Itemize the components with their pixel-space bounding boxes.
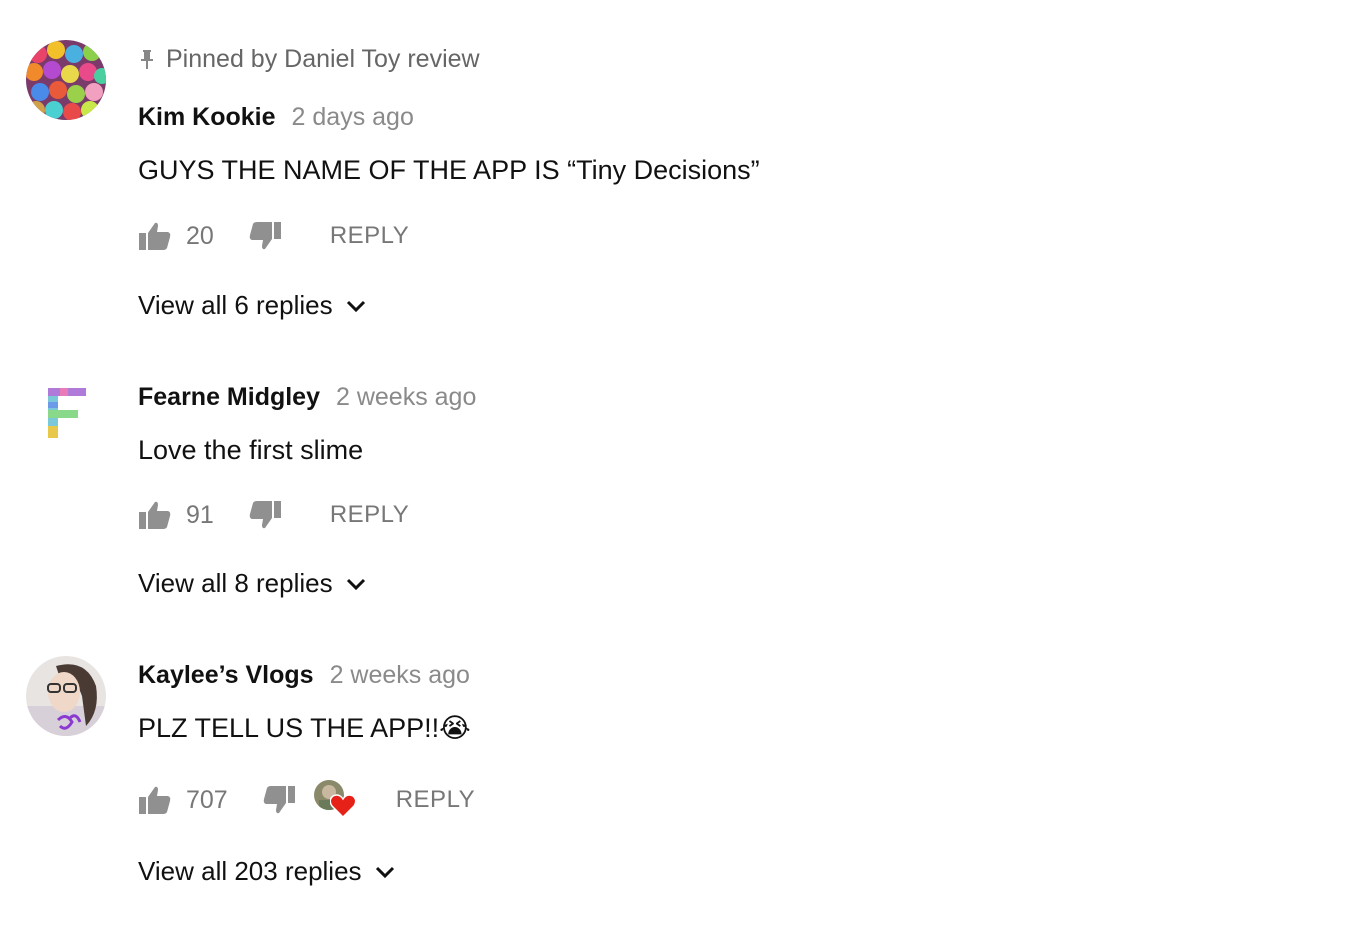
chevron-down-icon <box>346 578 365 590</box>
pin-icon <box>141 49 153 69</box>
reply-button[interactable]: REPLY <box>330 222 409 250</box>
reply-button[interactable]: REPLY <box>330 501 409 529</box>
view-replies-button[interactable]: View all 203 replies <box>138 856 396 887</box>
thumbs-up-icon[interactable] <box>138 498 172 532</box>
comment-time[interactable]: 2 weeks ago <box>330 661 470 690</box>
comment-time[interactable]: 2 weeks ago <box>336 383 476 412</box>
comment-actions: 91 REPLY <box>138 498 409 532</box>
colorful-candy-icon <box>26 40 106 120</box>
avatar[interactable] <box>26 372 106 452</box>
comment-actions: 20 REPLY <box>138 219 409 253</box>
like-count: 20 <box>186 221 214 250</box>
pinned-text: Pinned by Daniel Toy review <box>166 45 480 73</box>
author-name[interactable]: Kaylee’s Vlogs <box>138 661 314 690</box>
comment-time[interactable]: 2 days ago <box>292 103 414 132</box>
selfie-photo-icon <box>26 656 106 736</box>
comment-header: Fearne Midgley 2 weeks ago <box>138 383 476 412</box>
thumbs-down-icon[interactable] <box>262 783 296 817</box>
thumbs-down-icon[interactable] <box>248 498 282 532</box>
heart-icon <box>329 794 356 818</box>
view-replies-label: View all 8 replies <box>138 568 333 598</box>
thumbs-up-icon[interactable] <box>138 783 172 817</box>
comment-header: Kaylee’s Vlogs 2 weeks ago <box>138 661 470 690</box>
avatar[interactable] <box>26 40 106 120</box>
creator-heart-badge <box>313 780 358 820</box>
view-replies-button[interactable]: View all 8 replies <box>138 568 367 599</box>
view-replies-label: View all 203 replies <box>138 856 362 886</box>
reply-button[interactable]: REPLY <box>396 786 475 814</box>
author-name[interactable]: Fearne Midgley <box>138 383 320 412</box>
thumbs-down-icon[interactable] <box>248 219 282 253</box>
comment-text: GUYS THE NAME OF THE APP IS “Tiny Decisi… <box>138 155 760 185</box>
comment-text: Love the first slime <box>138 435 364 465</box>
like-count: 91 <box>186 500 214 529</box>
comment-actions: 707 REPLY <box>138 780 475 820</box>
comment-header: Kim Kookie 2 days ago <box>138 103 414 132</box>
chevron-down-icon <box>346 300 365 312</box>
view-replies-button[interactable]: View all 6 replies <box>138 290 367 321</box>
chevron-down-icon <box>375 866 394 878</box>
thumbs-up-icon[interactable] <box>138 219 172 253</box>
author-name[interactable]: Kim Kookie <box>138 103 276 132</box>
letter-f-glitter-icon <box>26 372 106 452</box>
comment-text: PLZ TELL US THE APP!!😭 <box>138 713 471 743</box>
like-count: 707 <box>186 785 228 814</box>
view-replies-label: View all 6 replies <box>138 290 333 320</box>
avatar[interactable] <box>26 656 106 736</box>
pinned-label: Pinned by Daniel Toy review <box>138 45 480 74</box>
